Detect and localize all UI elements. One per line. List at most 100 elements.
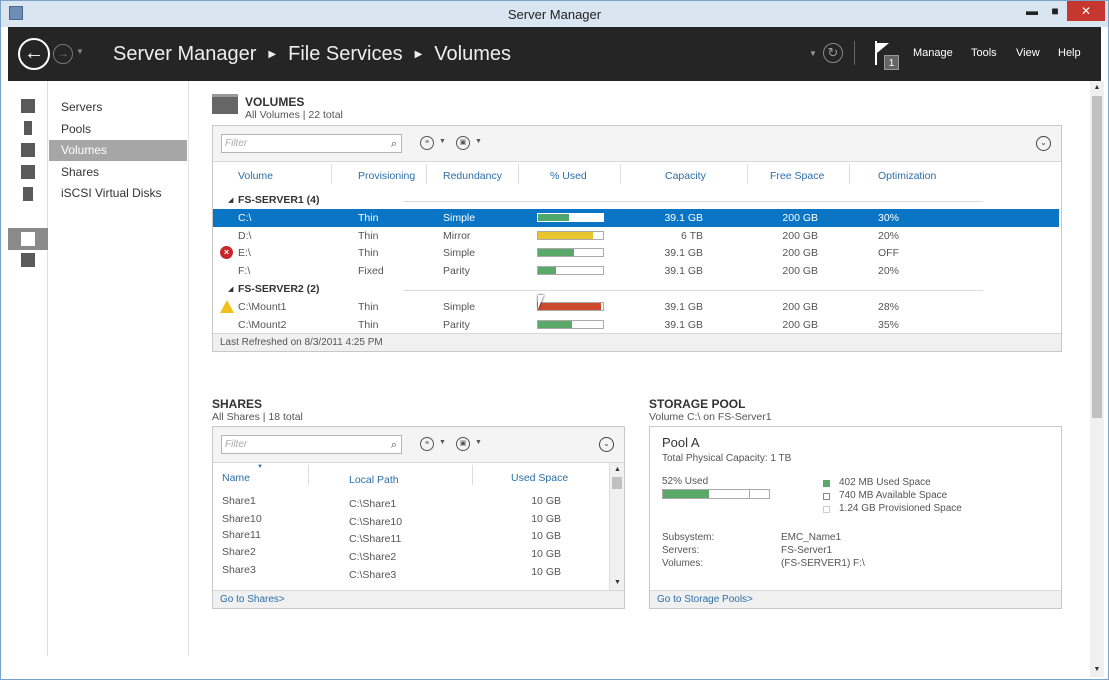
list-view-icon[interactable]: ≡ [420,437,434,451]
main-scrollbar[interactable]: ▲ ▼ [1090,81,1104,677]
col-optimization[interactable]: Optimization [878,170,936,182]
tools-icon[interactable] [21,253,35,267]
col-capacity[interactable]: Capacity [665,170,706,182]
chevron-down-icon[interactable]: ▼ [475,439,482,446]
chevron-down-icon[interactable]: ▼ [439,439,446,446]
header-bar: ← → ▼ Server Manager ▶ File Services ▶ Volum… [8,27,1101,81]
column-divider [308,465,309,485]
table-row[interactable]: F:\ Fixed Parity 39.1 GB 200 GB 20% [213,262,1059,280]
scroll-up-icon[interactable]: ▲ [1090,81,1104,95]
col-name[interactable]: Name [222,472,250,484]
scroll-down-icon[interactable]: ▼ [610,576,625,590]
pool-name: Pool A [662,435,700,450]
local-server-icon[interactable] [24,121,32,135]
close-button[interactable]: ✕ [1067,1,1105,21]
table-row[interactable]: × E:\ Thin Simple 39.1 GB 200 GB OFF [213,244,1059,262]
breadcrumb-server-manager[interactable]: Server Manager [113,43,256,65]
list-view-icon[interactable]: ≡ [420,136,434,150]
history-dropdown-icon[interactable]: ▼ [76,47,84,56]
refresh-icon[interactable]: ↻ [823,43,843,63]
dns-icon[interactable] [23,187,33,201]
table-row[interactable]: Share11 C:\Share11 10 GB [213,528,609,546]
ad-icon[interactable] [21,165,35,179]
nav-item-iscsi[interactable]: iSCSI Virtual Disks [49,183,187,204]
cell-used-space: 10 GB [531,566,561,578]
forward-button[interactable]: → [53,44,73,64]
go-to-storage-pools-link[interactable]: Go to Storage Pools> [657,594,753,605]
save-query-icon[interactable]: ▣ [456,136,470,150]
search-icon[interactable]: ⌕ [391,136,397,153]
table-row[interactable]: Share10 C:\Share10 10 GB [213,511,609,529]
cell-capacity: 39.1 GB [664,265,703,277]
nav-item-pools[interactable]: Pools [49,119,187,140]
file-services-icon[interactable] [21,232,35,246]
expand-collapse-icon[interactable]: ⌄ [1036,136,1051,151]
volumes-title: VOLUMES [245,95,305,109]
used-bar-fill [538,303,601,310]
table-row[interactable]: D:\ Thin Mirror 6 TB 200 GB 20% [213,227,1059,245]
group-header[interactable]: ◢ FS-SERVER2 (2) [213,281,1061,299]
go-to-shares-link[interactable]: Go to Shares> [220,594,285,605]
collapse-triangle-icon[interactable]: ◢ [228,285,233,293]
cell-free-space: 200 GB [782,230,818,242]
group-header[interactable]: ◢ FS-SERVER1 (4) [213,192,1061,210]
menu-view[interactable]: View [1016,47,1040,59]
shares-filter-input[interactable]: Filter ⌕ [221,435,402,454]
table-row[interactable]: C:\Mount2 Thin Parity 39.1 GB 200 GB 35% [213,316,1059,334]
breadcrumb-volumes[interactable]: Volumes [434,43,511,65]
collapse-triangle-icon[interactable]: ◢ [228,196,233,204]
breadcrumb-file-services[interactable]: File Services [288,43,402,65]
volumes-panel: Filter ⌕ ≡ ▼ ▣ ▼ ⌄ Volume Provisioning Re… [212,125,1062,352]
col-used[interactable]: % Used [550,170,587,182]
nav-item-servers[interactable]: Servers [49,97,187,118]
menu-manage[interactable]: Manage [913,47,953,59]
col-volume[interactable]: Volume [238,170,273,182]
col-provisioning[interactable]: Provisioning [358,170,415,182]
table-row[interactable]: C:\Mount1 Thin Simple 39.1 GB 200 GB 28% [213,298,1059,316]
cell-local-path: C:\Share11 [349,533,402,545]
notifications-flag-icon[interactable]: 1 [873,41,899,71]
col-free-space[interactable]: Free Space [770,170,824,182]
table-row[interactable]: Share2 C:\Share2 10 GB [213,546,609,564]
scroll-thumb[interactable] [612,477,622,489]
shares-footer: Go to Shares> [213,590,624,608]
cell-share-name: Share1 [222,495,256,507]
nav-item-shares[interactable]: Shares [49,162,187,183]
chevron-down-icon[interactable]: ▼ [475,138,482,145]
search-icon[interactable]: ⌕ [391,437,397,454]
nav-item-volumes[interactable]: Volumes [49,140,187,161]
cell-redundancy: Parity [443,319,470,331]
scroll-up-icon[interactable]: ▲ [610,463,625,477]
menu-help[interactable]: Help [1058,47,1081,59]
col-local-path[interactable]: Local Path [349,474,399,486]
scroll-thumb[interactable] [1092,96,1102,418]
save-query-icon[interactable]: ▣ [456,437,470,451]
shares-scrollbar[interactable]: ▲ ▼ [609,463,624,590]
column-divider [747,164,748,184]
table-row[interactable]: C:\ Thin Simple 39.1 GB 200 GB 30% [213,209,1059,227]
volumes-filter-input[interactable]: Filter ⌕ [221,134,402,153]
minimize-button[interactable]: ▬ [1021,1,1043,21]
back-button[interactable]: ← [18,38,50,70]
storage-pool-title: STORAGE POOL [649,397,746,411]
menu-tools[interactable]: Tools [971,47,997,59]
breadcrumb-separator-icon: ▶ [268,49,277,60]
nav-pane: Servers Pools Volumes Shares iSCSI Virtu… [49,81,189,656]
table-row[interactable]: Share1 C:\Share1 10 GB [213,493,609,511]
used-bar [537,266,604,275]
chevron-down-icon[interactable]: ▼ [809,49,817,58]
detail-key: Subsystem: [662,532,715,543]
dashboard-icon[interactable] [21,99,35,113]
used-bar [537,231,604,240]
all-servers-icon[interactable] [21,143,35,157]
col-redundancy[interactable]: Redundancy [443,170,502,182]
col-used-space[interactable]: Used Space [511,472,568,484]
maximize-button[interactable]: ■ [1044,1,1066,21]
expand-collapse-icon[interactable]: ⌄ [599,437,614,452]
table-row[interactable]: Share3 C:\Share3 10 GB [213,564,609,582]
chevron-down-icon[interactable]: ▼ [439,138,446,145]
cell-redundancy: Simple [443,301,476,313]
notification-badge: 1 [884,55,899,70]
scroll-down-icon[interactable]: ▼ [1090,663,1104,677]
used-bar [537,302,604,311]
